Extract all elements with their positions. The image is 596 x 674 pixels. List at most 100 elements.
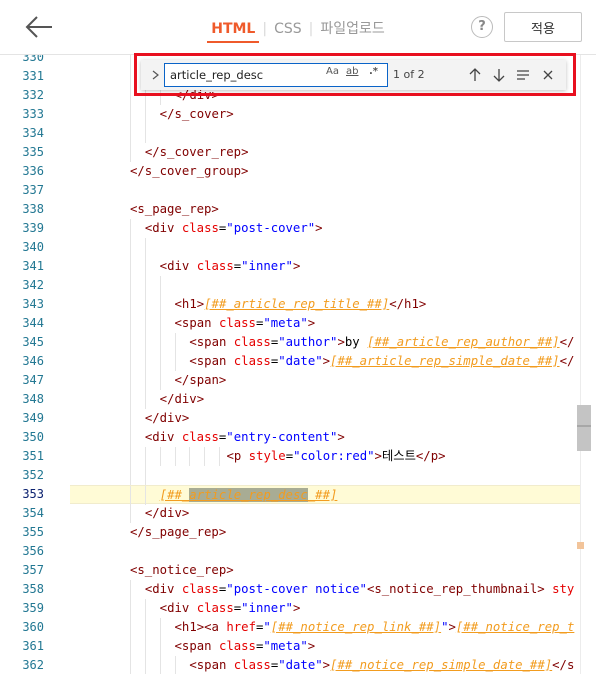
indent-guide [144,124,146,143]
indent-guide [130,637,131,656]
code-token: href [226,620,256,634]
code-token: "meta" [263,316,308,330]
code-token: "meta" [263,639,308,653]
code-token: </s_cover_rep> [144,145,249,159]
code-token: </ [559,354,575,368]
indent-guide [130,390,131,409]
vertical-scrollbar[interactable] [580,55,596,674]
code-token: "entry-content" [226,430,338,444]
code-line[interactable]: </div> [70,409,580,428]
code-token: class [233,354,271,368]
code-line[interactable]: <p style="color:red">테스트</p> [70,447,580,466]
line-number: 362 [22,658,44,672]
code-token: <span [189,354,234,368]
code-line[interactable]: <s_page_rep> [70,200,580,219]
tab-file-upload[interactable]: 파일업로드 [316,18,388,38]
code-token: </s [552,658,575,672]
tab-css[interactable]: CSS [270,21,306,37]
code-line[interactable]: <div class="entry-content"> [70,428,580,447]
code-text: <h1>[##_article_rep_title_##]</h1> [175,295,427,314]
code-line[interactable] [70,181,580,200]
indent-guide [144,466,146,485]
code-line[interactable]: <span class="author">by [##_article_rep_… [70,333,580,352]
code-token: [##_article_rep_title_##] [204,297,390,311]
code-line[interactable]: <div class="post-cover"> [70,219,580,238]
code-text: </s_cover> [160,105,234,124]
code-token: > [292,601,301,615]
code-line[interactable]: </s_cover> [70,105,580,124]
indent-guide [130,314,131,333]
code-line[interactable]: <h1><a href="[##_notice_rep_link_##]">[#… [70,618,580,637]
code-line[interactable] [70,466,580,485]
code-token: = [285,449,294,463]
code-line[interactable]: <div class="inner"> [70,599,580,618]
help-button[interactable]: ? [471,16,493,38]
code-line[interactable] [70,238,580,257]
line-number: 330 [22,55,44,64]
code-line[interactable]: <div class="inner"> [70,257,580,276]
code-token: class [181,582,219,596]
code-line[interactable]: <span class="meta"> [70,314,580,333]
apply-button[interactable]: 적용 [504,12,582,42]
code-line[interactable]: <div class="post-cover notice"<s_notice_… [70,580,580,599]
indent-guide [130,428,131,447]
code-line[interactable]: [##_article_rep_desc_##] [70,485,580,505]
code-token: <div [144,221,182,235]
editor-header: HTML | CSS | 파일업로드 ? 적용 [0,0,596,55]
tab-html[interactable]: HTML [207,21,260,43]
code-line[interactable]: <span class="meta"> [70,637,580,656]
line-number: 361 [22,639,44,653]
indent-guide [130,618,131,637]
code-text: <span class="meta"> [175,314,316,333]
code-line[interactable]: </div> [70,390,580,409]
code-token: > [448,620,456,634]
code-line[interactable]: <h1>[##_article_rep_title_##]</h1> [70,295,580,314]
code-token: by [344,335,368,349]
line-number: 340 [22,240,44,254]
line-number: 348 [22,392,44,406]
code-line[interactable]: <span class="date">[##_article_rep_simpl… [70,352,580,371]
indent-guide [144,238,146,257]
line-number: 359 [22,601,44,615]
scrollbar-match-marker [577,542,584,549]
code-token: class [196,601,234,615]
code-line[interactable] [70,276,580,295]
code-token: class [233,658,271,672]
line-number: 352 [22,468,44,482]
code-token: <s_notice_rep_thumbnail> [366,582,553,596]
line-number: 357 [22,563,44,577]
code-text: </div> [160,390,204,409]
code-token: > [322,354,331,368]
code-line[interactable]: </div> [70,504,580,523]
indent-guide [144,637,146,656]
scrollbar-thumb[interactable] [577,405,591,451]
code-line[interactable] [70,542,580,561]
line-number: 338 [22,202,44,216]
code-text: <div class="post-cover"> [145,219,323,238]
code-text: </div> [145,409,189,428]
indent-guide [144,295,146,314]
code-token: <a [204,620,227,634]
indent-guide [144,314,146,333]
code-line[interactable] [70,124,580,143]
indent-guide [204,447,206,466]
code-token: class [218,316,256,330]
code-token: <div [144,582,182,596]
code-area[interactable]: </div> </s_cover> </s_cover_rep> </s_cover_… [70,55,580,674]
code-line[interactable]: <span class="date">[##_notice_rep_simple… [70,656,580,674]
code-token: > [315,221,323,235]
code-editor[interactable]: 330 331 332 333 334 335 336 337 338 339 340 341 342 3… [0,55,596,674]
code-token: "inner" [241,259,293,273]
code-line[interactable]: </span> [70,371,580,390]
code-line[interactable]: </s_cover_group> [70,162,580,181]
code-token: "date" [278,658,323,672]
code-line[interactable]: </s_page_rep> [70,523,580,542]
code-text: <p style="color:red">테스트</p> [226,447,445,466]
code-line[interactable]: </s_cover_rep> [70,143,580,162]
code-text: </span> [175,371,227,390]
line-number: 341 [22,259,44,273]
code-token: [##_article_rep_author_##] [367,335,560,349]
indent-guide [130,466,131,485]
code-line[interactable]: <s_notice_rep> [70,561,580,580]
indent-guide [144,257,146,276]
